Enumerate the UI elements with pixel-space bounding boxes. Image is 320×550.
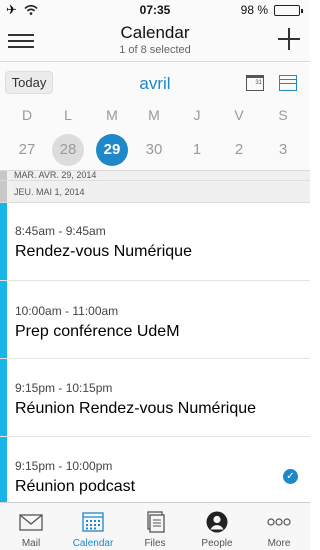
week-strip: D L M M J V S 27 28 29 30 1 2 3 [0,103,310,171]
date-header: JEU. MAI 1, 2014 [0,181,310,203]
battery-icon [274,5,303,16]
tab-label: Calendar [72,538,114,549]
selection-count: 1 of 8 selected [119,44,191,56]
calendar-grid-icon [82,512,104,532]
weekday-letter: J [193,107,201,123]
more-dots-icon [267,518,291,526]
tab-label: Mail [21,538,41,549]
event-row[interactable]: 9:15pm - 10:00pm Réunion podcast ✓ [0,437,310,502]
event-time: 9:15pm - 10:00pm [15,459,113,473]
event-row[interactable]: 10:00am - 11:00am Prep conférence UdeM [0,281,310,359]
event-row[interactable]: 8:45am - 9:45am Rendez-vous Numérique [0,203,310,281]
event-title: Réunion podcast [15,478,136,495]
weekday-letter: M [106,107,118,123]
tab-label: People [201,538,233,549]
event-time: 9:15pm - 10:15pm [15,381,113,395]
status-bar: ✈ 07:35 98 % [0,0,310,20]
tab-label: More [267,538,291,549]
date-header: MAR. AVR. 29, 2014 [0,171,310,181]
event-time: 8:45am - 9:45am [15,224,106,238]
weekday-letter: M [148,107,160,123]
person-icon [206,511,228,533]
today-button[interactable]: Today [5,71,53,94]
event-row[interactable]: 9:15pm - 10:15pm Réunion Rendez-vous Num… [0,359,310,437]
day-number[interactable]: 27 [11,134,43,166]
tab-people[interactable]: People [186,503,248,550]
calendar-toolbar: Today avril 31 [0,63,310,103]
day-view-button[interactable]: 31 [246,75,264,91]
tab-label: Files [144,538,166,549]
day-number[interactable]: 1 [181,134,213,166]
weekday-letter: D [21,107,33,123]
day-number[interactable]: 30 [138,134,170,166]
day-number[interactable]: 3 [267,134,299,166]
day-number[interactable]: 2 [223,134,255,166]
tab-calendar[interactable]: Calendar [62,503,124,550]
battery-percent: 98 % [240,3,268,17]
weekday-letter: S [278,107,288,123]
tab-files[interactable]: Files [124,503,186,550]
event-title: Rendez-vous Numérique [15,243,192,260]
event-time: 10:00am - 11:00am [15,304,119,318]
day-view-number: 31 [255,80,262,86]
checkmark-icon[interactable]: ✓ [283,469,298,484]
nav-header: Calendar 1 of 8 selected [0,20,310,62]
add-event-button[interactable] [278,28,300,50]
event-title: Prep conférence UdeM [15,323,180,340]
tab-more[interactable]: More [248,503,310,550]
event-title: Réunion Rendez-vous Numérique [15,400,257,417]
files-icon [147,511,165,533]
tab-bar: Mail Calendar Files People More [0,502,310,550]
list-view-button[interactable] [279,75,297,91]
day-number-selected[interactable]: 29 [96,134,128,166]
weekday-letter: L [64,107,72,123]
page-title: Calendar [120,23,190,42]
month-label[interactable]: avril [139,74,170,93]
day-number[interactable]: 28 [52,134,84,166]
tab-mail[interactable]: Mail [0,503,62,550]
weekday-letter: V [234,107,244,123]
envelope-icon [19,514,43,531]
